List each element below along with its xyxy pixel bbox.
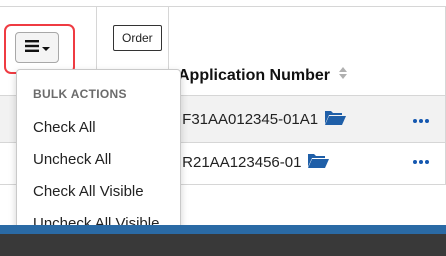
hamburger-icon: [24, 39, 39, 57]
menu-item-check-all-visible[interactable]: Check All Visible: [33, 183, 144, 200]
folder-open-icon[interactable]: [307, 152, 330, 173]
folder-open-icon[interactable]: [324, 109, 347, 130]
ellipsis-icon[interactable]: [413, 160, 429, 164]
application-number-cell[interactable]: IF31AA012345-01A1: [178, 111, 318, 128]
table-row[interactable]: IF31AA012345-01A1: [178, 109, 347, 130]
table-row[interactable]: IR21AA123456-01: [178, 152, 330, 173]
page-footer: [0, 234, 446, 256]
menu-item-uncheck-all[interactable]: Uncheck All: [33, 151, 111, 168]
bulk-actions-dropdown: BULK ACTIONS Check All Uncheck All Check…: [16, 69, 181, 245]
sort-icon[interactable]: [338, 66, 348, 85]
bulk-actions-menu-button[interactable]: [15, 32, 59, 63]
menu-item-check-all[interactable]: Check All: [33, 119, 96, 136]
bulk-actions-header: BULK ACTIONS: [33, 87, 127, 101]
footer-accent-bar: [0, 225, 446, 234]
ellipsis-icon[interactable]: [413, 119, 429, 123]
application-number-header[interactable]: Application Number: [178, 66, 348, 85]
caret-down-icon: [41, 39, 50, 57]
application-number-header-label: Application Number: [178, 66, 331, 84]
application-number-cell[interactable]: IR21AA123456-01: [178, 154, 301, 171]
order-column-header[interactable]: Order: [113, 25, 162, 51]
